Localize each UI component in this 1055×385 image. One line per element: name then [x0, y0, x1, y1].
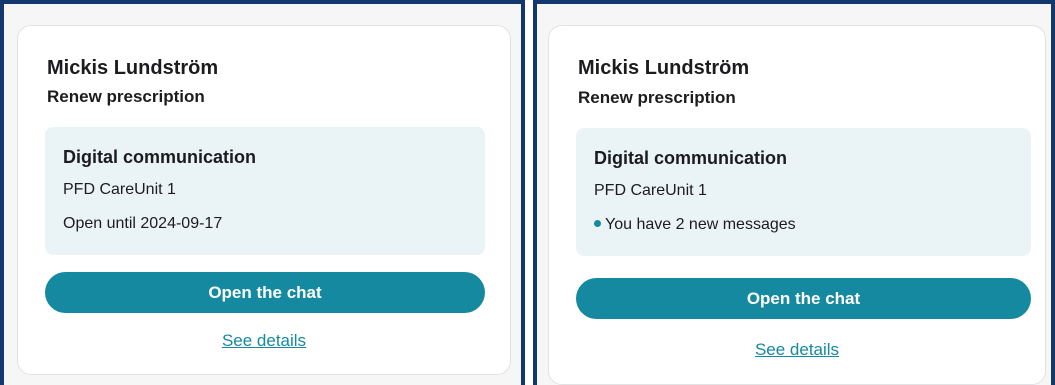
errand-type: Renew prescription: [578, 88, 736, 107]
status-text: Open until 2024-09-17: [63, 215, 223, 232]
screenshot-comparison: Mickis Lundström Renew prescription Digi…: [0, 0, 1055, 385]
info-box: Digital communication PFD CareUnit 1 Ope…: [45, 127, 485, 255]
appointment-card: Mickis Lundström Renew prescription Digi…: [17, 25, 511, 375]
info-title: Digital communication: [594, 148, 788, 168]
status-line: You have 2 new messages: [594, 216, 796, 234]
care-unit: PFD CareUnit 1: [594, 182, 707, 199]
errand-type: Renew prescription: [47, 87, 205, 106]
patient-name: Mickis Lundström: [47, 57, 219, 79]
see-details-link[interactable]: See details: [18, 331, 510, 351]
appointment-card: Mickis Lundström Renew prescription Digi…: [548, 25, 1046, 385]
care-unit: PFD CareUnit 1: [63, 181, 176, 198]
patient-name: Mickis Lundström: [578, 57, 750, 79]
see-details-link[interactable]: See details: [549, 340, 1045, 360]
info-title: Digital communication: [63, 147, 257, 167]
open-chat-button[interactable]: Open the chat: [576, 278, 1031, 319]
status-text: You have 2 new messages: [605, 216, 796, 233]
open-chat-button[interactable]: Open the chat: [45, 272, 485, 313]
left-panel: Mickis Lundström Renew prescription Digi…: [0, 0, 525, 385]
unread-dot-icon: [594, 220, 601, 228]
info-box: Digital communication PFD CareUnit 1 You…: [576, 128, 1031, 256]
right-panel: Mickis Lundström Renew prescription Digi…: [533, 0, 1055, 385]
